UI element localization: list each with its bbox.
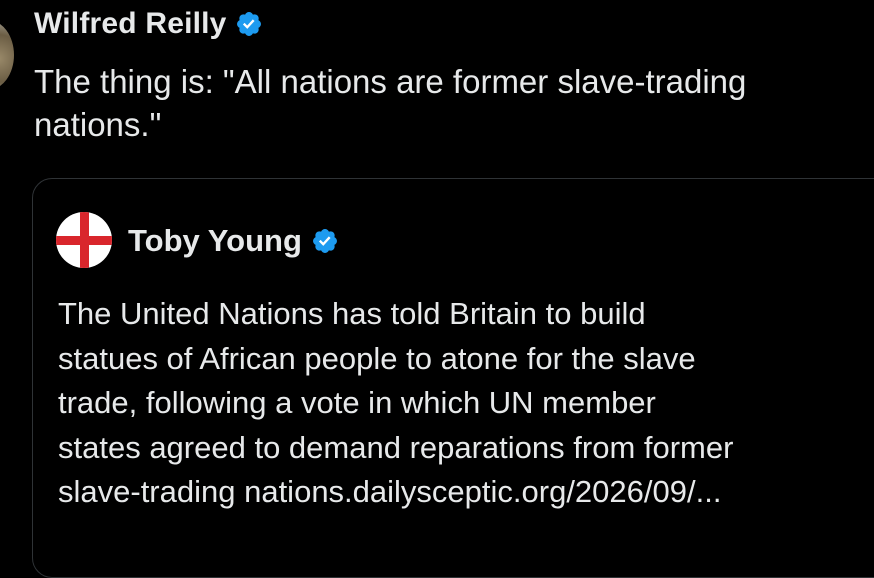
verified-badge-icon: [236, 12, 261, 36]
author-avatar[interactable]: [0, 20, 14, 90]
quoted-author-row: Toby Young: [128, 220, 339, 262]
flag-cross-horizontal: [56, 236, 112, 245]
verified-badge-icon: [312, 229, 337, 253]
redacted-quoted-handle: [370, 222, 810, 276]
quoted-author-name[interactable]: Toby Young: [128, 223, 302, 259]
post-author-row: Wilfred Reilly: [34, 4, 263, 44]
quoted-text-line: statues of African people to atone for t…: [58, 340, 696, 376]
post-text: The thing is: "All nations are former sl…: [34, 63, 747, 143]
quoted-text-line[interactable]: slave-trading nations.dailysceptic.org/2…: [58, 470, 874, 515]
author-name[interactable]: Wilfred Reilly: [34, 7, 227, 41]
quoted-text-line: states agreed to demand reparations from…: [58, 429, 734, 465]
quoted-post-text: The United Nations has told Britain to b…: [58, 292, 874, 515]
england-flag-avatar[interactable]: [56, 212, 112, 268]
quoted-text-line: trade, following a vote in which UN memb…: [58, 385, 656, 420]
quoted-text-line: The United Nations has told Britain to b…: [58, 296, 646, 331]
redacted-handle: [318, 8, 874, 42]
